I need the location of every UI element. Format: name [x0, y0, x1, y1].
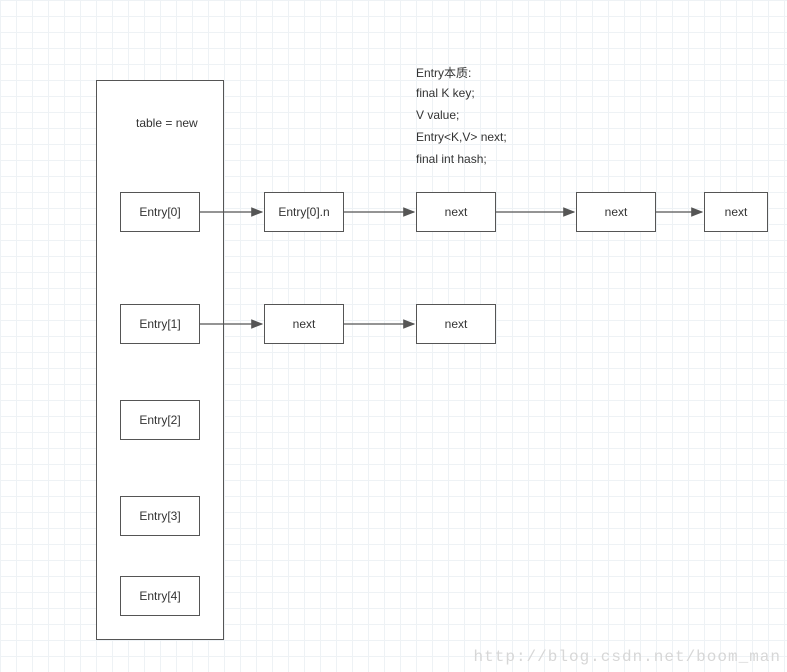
entry-slot-1: Entry[1] — [120, 304, 200, 344]
table-array-box — [96, 80, 224, 640]
chain1-node-0: next — [264, 304, 344, 344]
entry-desc-line-2: V value; — [416, 108, 459, 122]
entry-desc-line-0: Entry本质: — [416, 64, 471, 81]
entry-slot-2: Entry[2] — [120, 400, 200, 440]
entry-slot-2-label: Entry[2] — [139, 413, 180, 427]
chain1-node-1: next — [416, 304, 496, 344]
chain0-node-3: next — [704, 192, 768, 232]
chain0-node-0: Entry[0].n — [264, 192, 344, 232]
entry-desc-line-1: final K key; — [416, 86, 475, 100]
entry-slot-4-label: Entry[4] — [139, 589, 180, 603]
diagram-canvas: table = new Entry[0] Entry[1] Entry[2] E… — [0, 0, 787, 672]
chain0-node-1: next — [416, 192, 496, 232]
chain1-node-1-label: next — [445, 317, 468, 331]
entry-slot-3: Entry[3] — [120, 496, 200, 536]
watermark: http://blog.csdn.net/boom_man — [474, 648, 781, 666]
chain0-node-2-label: next — [605, 205, 628, 219]
entry-slot-0-label: Entry[0] — [139, 205, 180, 219]
chain0-node-3-label: next — [725, 205, 748, 219]
chain0-node-0-label: Entry[0].n — [278, 205, 329, 219]
table-title: table = new — [136, 116, 198, 130]
entry-desc-line-3: Entry<K,V> next; — [416, 130, 507, 144]
entry-slot-0: Entry[0] — [120, 192, 200, 232]
entry-slot-4: Entry[4] — [120, 576, 200, 616]
entry-slot-1-label: Entry[1] — [139, 317, 180, 331]
chain0-node-2: next — [576, 192, 656, 232]
entry-desc-line-4: final int hash; — [416, 152, 487, 166]
entry-slot-3-label: Entry[3] — [139, 509, 180, 523]
chain0-node-1-label: next — [445, 205, 468, 219]
chain1-node-0-label: next — [293, 317, 316, 331]
